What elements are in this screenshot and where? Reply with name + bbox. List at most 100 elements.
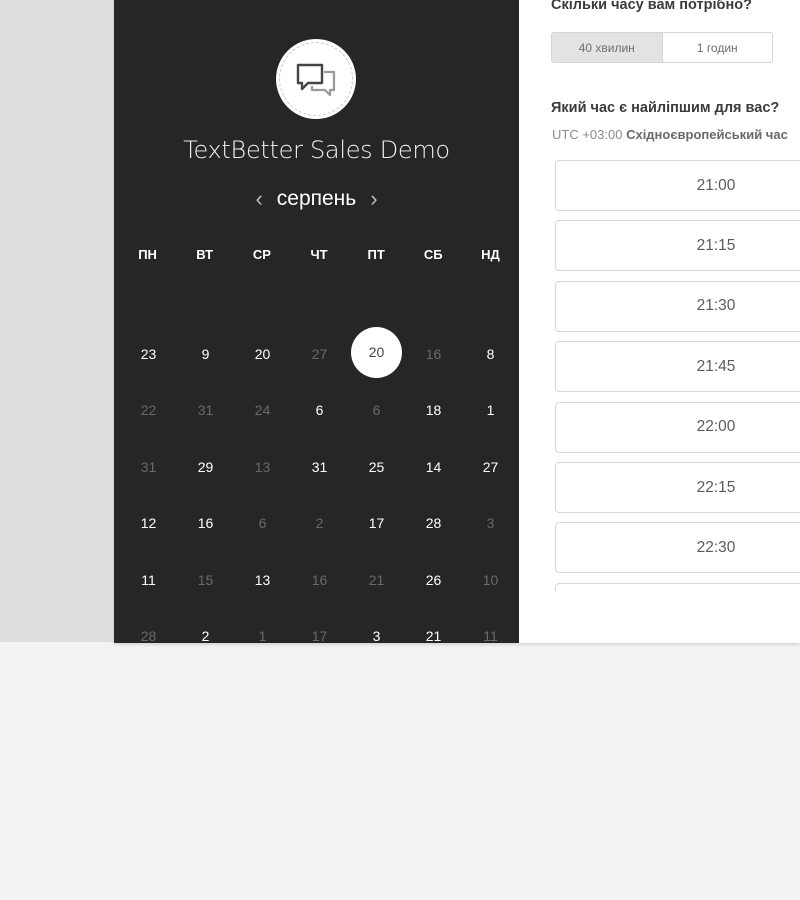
time-slot-button[interactable]: 21:45 [555, 341, 800, 393]
calendar-day-number: 18 [425, 402, 442, 419]
calendar-day: 10 [462, 552, 519, 608]
calendar-day-number: 14 [425, 458, 442, 475]
calendar-day[interactable]: 6 [291, 382, 348, 438]
time-slot-button[interactable]: 22:15 [555, 462, 800, 513]
duration-question: Скільки часу вам потрібно? [551, 0, 752, 13]
calendar-day-number: 27 [311, 346, 328, 362]
duration-option[interactable]: 40 хвилин [552, 33, 662, 62]
calendar-day-number: 17 [311, 627, 328, 643]
weekday-label: СР [252, 247, 271, 262]
calendar-day-number: 6 [372, 402, 381, 419]
calendar-day-number: 20 [351, 326, 402, 378]
calendar-day-number: 16 [197, 515, 214, 532]
calendar-day[interactable]: 23 [120, 326, 177, 382]
weekday-label: ПТ [367, 247, 385, 262]
page-background-left [0, 0, 114, 642]
calendar-day[interactable]: 27 [462, 439, 519, 495]
calendar-day: 31 [177, 382, 234, 438]
calendar-day[interactable]: 8 [462, 326, 519, 382]
time-slot-label: 22:00 [696, 418, 736, 436]
calendar-day-number: 1 [486, 402, 495, 419]
duration-option[interactable]: 1 годин [661, 33, 773, 62]
booking-widget: TextBetter Sales Demo ‹ серпень › ПН ВТ … [114, 0, 800, 643]
time-slot-list[interactable]: 21:00 21:15 21:30 21:45 22:00 22:15 22:30 [555, 160, 800, 591]
calendar-day: 21 [348, 552, 405, 608]
timezone-label: UTC +03:00 Східноєвропейський час [552, 127, 788, 142]
calendar-day-number: 16 [425, 346, 442, 362]
calendar-day[interactable]: 11 [120, 552, 177, 608]
calendar-day-number: 8 [486, 346, 495, 362]
timezone-name: Східноєвропейський час [626, 127, 788, 142]
calendar-day-number: 28 [425, 515, 442, 532]
calendar-day[interactable]: 17 [348, 495, 405, 551]
calendar-day-number: 12 [140, 515, 157, 532]
time-slot-button[interactable]: 21:15 [555, 220, 800, 272]
weekday-label: ЧТ [310, 247, 328, 262]
calendar-day[interactable]: 1 [462, 382, 519, 438]
calendar-day-number: 31 [197, 402, 214, 419]
calendar-day[interactable]: 20 [234, 326, 291, 382]
weekday-label: СБ [423, 247, 443, 262]
calendar-day-number: 11 [483, 627, 498, 643]
calendar-day: 13 [234, 439, 291, 495]
duration-toggle: 40 хвилин 1 годин [551, 32, 773, 63]
calendar-day-selected[interactable]: 20 [348, 324, 405, 380]
time-slot-button[interactable] [555, 582, 800, 591]
calendar-day-number: 1 [258, 627, 267, 643]
calendar-days-grid: 23 9 20 27 20 16 8 22 31 24 6 6 18 1 31 29 13 31 25 14 27 12 1… [120, 326, 519, 643]
prev-month-icon[interactable]: ‹ [241, 184, 276, 214]
calendar-day-number: 21 [368, 571, 385, 588]
calendar-day[interactable]: 21 [405, 608, 462, 643]
booking-options-panel: Скільки часу вам потрібно? 40 хвилин 1 го… [519, 0, 800, 643]
calendar-day-number: 3 [486, 515, 495, 532]
time-question: Який час є найліпшим для вас? [551, 100, 780, 116]
calendar-day[interactable]: 25 [348, 439, 405, 495]
time-slot-button[interactable]: 21:00 [555, 160, 800, 211]
time-slot-label: 21:45 [696, 357, 736, 375]
calendar-day[interactable]: 16 [177, 495, 234, 551]
calendar-day-number: 26 [425, 571, 442, 588]
calendar-day[interactable]: 31 [291, 439, 348, 495]
calendar-day-number: 22 [140, 402, 157, 419]
calendar-day[interactable]: 9 [177, 326, 234, 382]
calendar-day[interactable]: 28 [405, 495, 462, 551]
calendar-day: 6 [348, 382, 405, 438]
time-slot-button[interactable]: 22:00 [555, 401, 800, 453]
calendar-day: 11 [462, 608, 519, 643]
calendar-day: 28 [120, 608, 177, 643]
time-slot-label: 21:30 [696, 297, 736, 315]
calendar-day-number: 2 [201, 627, 210, 643]
calendar-day-number: 6 [315, 402, 324, 419]
calendar-day[interactable]: 18 [405, 382, 462, 438]
calendar-day-number: 28 [140, 627, 157, 643]
time-slot-button[interactable]: 21:30 [555, 280, 800, 332]
calendar-day: 3 [462, 495, 519, 551]
calendar-day-number: 31 [140, 458, 157, 475]
time-slot-label: 21:00 [696, 176, 736, 194]
time-slot-label [556, 584, 800, 591]
calendar-day-number: 13 [254, 458, 271, 475]
calendar-day[interactable]: 13 [234, 552, 291, 608]
next-month-icon[interactable]: › [356, 184, 391, 214]
calendar-day[interactable]: 3 [348, 608, 405, 643]
calendar-day[interactable]: 29 [177, 439, 234, 495]
calendar-day[interactable]: 26 [405, 552, 462, 608]
month-label: серпень [276, 187, 357, 210]
calendar-day: 2 [291, 495, 348, 551]
calendar-day: 16 [291, 552, 348, 608]
calendar-day-number: 21 [425, 627, 442, 643]
calendar-day[interactable]: 12 [120, 495, 177, 551]
weekday-label: ПН [138, 247, 157, 262]
calendar-day-number: 3 [372, 627, 381, 643]
calendar-day: 15 [177, 552, 234, 608]
calendar-day[interactable]: 14 [405, 439, 462, 495]
weekday-label: НД [481, 247, 500, 262]
calendar-day-number: 6 [258, 515, 267, 532]
time-slot-button[interactable]: 22:30 [555, 522, 800, 574]
calendar-day: 24 [234, 382, 291, 438]
calendar-day-number: 13 [254, 571, 271, 588]
calendar-day-number: 25 [368, 458, 385, 475]
calendar-day-number: 24 [254, 402, 271, 419]
calendar-day[interactable]: 2 [177, 608, 234, 643]
calendar-day-number: 23 [140, 346, 157, 362]
